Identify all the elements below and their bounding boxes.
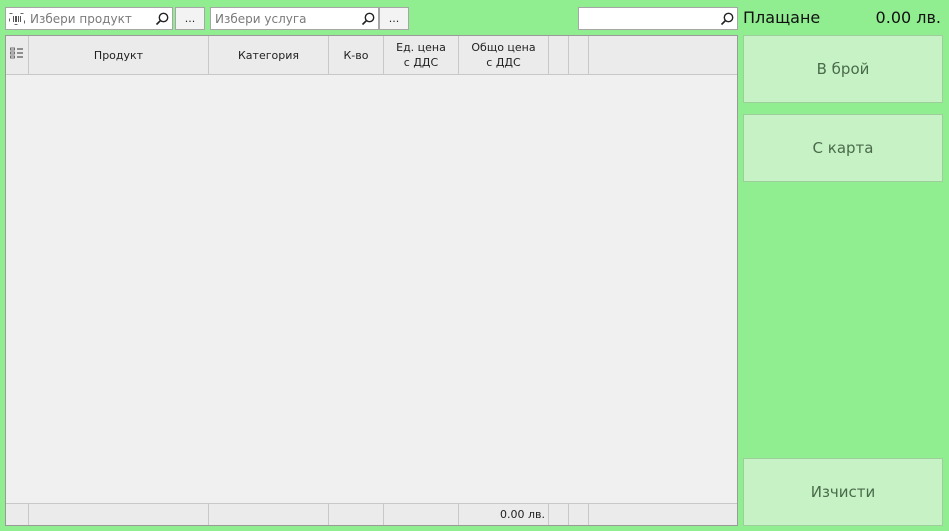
- column-header-label: Продукт: [93, 48, 144, 62]
- items-grid[interactable]: Продукт Категория К-во Ед. цена с ДДС Об…: [5, 35, 738, 526]
- column-header-total-price[interactable]: Общо цена с ДДС: [459, 36, 549, 74]
- service-browse-button[interactable]: ...: [379, 7, 409, 30]
- cash-payment-button[interactable]: В брой: [743, 35, 943, 103]
- column-header-category[interactable]: Категория: [209, 36, 329, 74]
- footer-cell: [569, 504, 589, 525]
- footer-cell: [29, 504, 209, 525]
- product-browse-button[interactable]: ...: [175, 7, 205, 30]
- grid-footer: 0.00 лв.: [6, 503, 737, 525]
- barcode-icon: [8, 8, 26, 29]
- cash-payment-label: В брой: [816, 60, 870, 78]
- clear-button[interactable]: Изчисти: [743, 458, 943, 526]
- grid-body[interactable]: [6, 76, 737, 503]
- search-icon[interactable]: [358, 8, 378, 29]
- search-icon[interactable]: [717, 8, 737, 29]
- column-header-label: Ед. цена с ДДС: [396, 41, 446, 69]
- column-header-label: Категория: [238, 48, 299, 62]
- payment-title: Плащане: [743, 8, 821, 27]
- column-chooser-button[interactable]: [6, 36, 29, 74]
- footer-cell: [384, 504, 459, 525]
- footer-total: 0.00 лв.: [459, 504, 549, 525]
- payment-total: 0.00 лв.: [875, 8, 941, 27]
- column-header-label: К-во: [343, 48, 369, 62]
- card-payment-button[interactable]: С карта: [743, 114, 943, 182]
- column-header-label: Общо цена с ДДС: [471, 41, 536, 69]
- footer-cell: [549, 504, 569, 525]
- card-payment-label: С карта: [812, 139, 874, 157]
- service-search-input[interactable]: [211, 8, 358, 29]
- column-header-product[interactable]: Продукт: [29, 36, 209, 74]
- search-icon[interactable]: [152, 8, 172, 29]
- grid-header: Продукт Категория К-во Ед. цена с ДДС Об…: [6, 36, 737, 75]
- product-search-input[interactable]: [26, 8, 152, 29]
- clear-label: Изчисти: [810, 483, 876, 501]
- column-header-quantity[interactable]: К-во: [329, 36, 384, 74]
- column-chooser-icon: [10, 47, 24, 63]
- column-header-unit-price[interactable]: Ед. цена с ДДС: [384, 36, 459, 74]
- footer-cell: [209, 504, 329, 525]
- product-search-box[interactable]: [5, 7, 173, 30]
- footer-cell: [6, 504, 29, 525]
- column-header-extra-1[interactable]: [549, 36, 569, 74]
- footer-cell: [329, 504, 384, 525]
- column-header-extra-2[interactable]: [569, 36, 589, 74]
- service-search-box[interactable]: [210, 7, 379, 30]
- grid-search-input[interactable]: [579, 8, 717, 29]
- grid-search-box[interactable]: [578, 7, 738, 30]
